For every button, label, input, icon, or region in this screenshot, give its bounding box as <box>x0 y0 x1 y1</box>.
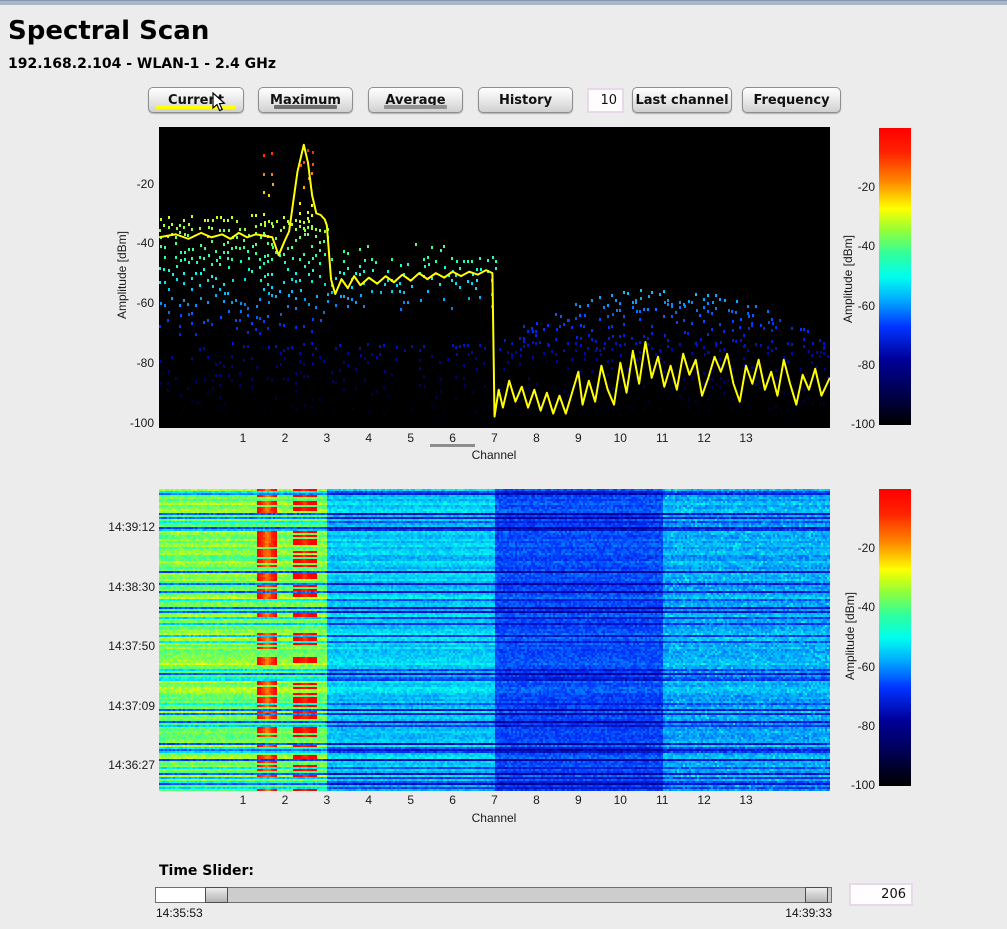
spectral-y-tick: -20 <box>106 177 154 191</box>
current-active-underline <box>156 105 236 109</box>
spectral-y-tick: -100 <box>106 416 154 430</box>
last-channel-button[interactable]: Last channel <box>632 87 732 113</box>
spectral-x-tick: 10 <box>605 431 635 445</box>
spectral-x-tick: 2 <box>270 431 300 445</box>
spectral-colorbar-tick: -100 <box>833 417 875 431</box>
time-slider-end-label: 14:39:33 <box>762 906 832 920</box>
spectral-x-tick: 12 <box>689 431 719 445</box>
window-top-strip <box>0 0 1007 5</box>
spectral-x-tick: 5 <box>396 431 426 445</box>
waterfall-colorbar-label: Amplitude [dBm] <box>843 576 857 696</box>
time-slider-start-label: 14:35:53 <box>156 906 203 920</box>
waterfall-colorbar-tick: -20 <box>833 541 875 555</box>
spectral-colorbar-tick: -20 <box>833 180 875 194</box>
waterfall-x-tick: 8 <box>521 793 551 807</box>
spectral-x-tick: 9 <box>563 431 593 445</box>
waterfall-time-tick: 14:38:30 <box>88 580 155 594</box>
waterfall-time-tick: 14:37:09 <box>88 699 155 713</box>
history-button-label: History <box>499 93 552 108</box>
waterfall-x-tick: 2 <box>270 793 300 807</box>
waterfall-x-tick: 11 <box>647 793 677 807</box>
spectral-colorbar-tick: -60 <box>833 299 875 313</box>
waterfall-x-tick: 6 <box>438 793 468 807</box>
spectral-scatter-plot <box>159 127 830 428</box>
waterfall-colorbar-tick: -40 <box>833 600 875 614</box>
spectral-y-tick: -40 <box>106 236 154 250</box>
spectral-x-tick: 4 <box>354 431 384 445</box>
spectral-y-tick: -60 <box>106 296 154 310</box>
waterfall-x-tick: 4 <box>354 793 384 807</box>
waterfall-colorbar-tick: -60 <box>833 660 875 674</box>
spectral-x-tick: 8 <box>521 431 551 445</box>
waterfall-time-tick: 14:36:27 <box>88 758 155 772</box>
spectral-x-tick: 7 <box>480 431 510 445</box>
waterfall-x-axis-label: Channel <box>444 811 544 825</box>
maximum-button[interactable]: Maximum <box>258 87 353 113</box>
waterfall-x-tick: 10 <box>605 793 635 807</box>
spectral-colorbar-tick: -40 <box>833 239 875 253</box>
average-underline <box>384 105 447 109</box>
last-channel-button-label: Last channel <box>635 93 728 108</box>
waterfall-colorbar <box>879 489 911 786</box>
spectral-y-tick: -80 <box>106 356 154 370</box>
spectral-scan-page: Spectral Scan 192.168.2.104 - WLAN-1 - 2… <box>0 0 1007 929</box>
spectral-y-axis-label: Amplitude [dBm] <box>115 215 129 335</box>
waterfall-x-tick: 7 <box>480 793 510 807</box>
waterfall-x-tick: 1 <box>228 793 258 807</box>
spectral-colorbar-tick: -80 <box>833 358 875 372</box>
waterfall-x-tick: 12 <box>689 793 719 807</box>
waterfall-x-tick: 3 <box>312 793 342 807</box>
time-slider-handle-left[interactable] <box>205 887 228 903</box>
time-slider-track[interactable] <box>155 887 832 903</box>
time-slider-handle-right[interactable] <box>805 887 828 903</box>
current-button[interactable]: Current <box>148 87 244 113</box>
frequency-button-label: Frequency <box>753 93 829 108</box>
frequency-button[interactable]: Frequency <box>742 87 841 113</box>
waterfall-heatmap <box>159 489 830 791</box>
page-title: Spectral Scan <box>8 16 209 46</box>
average-button[interactable]: Average <box>368 87 463 113</box>
spectral-x-tick: 1 <box>228 431 258 445</box>
spectral-x-tick: 3 <box>312 431 342 445</box>
device-subtitle: 192.168.2.104 - WLAN-1 - 2.4 GHz <box>8 56 276 72</box>
spectral-x-axis-label: Channel <box>444 448 544 462</box>
spectral-x-tick: 11 <box>647 431 677 445</box>
spectral-colorbar-label: Amplitude [dBm] <box>841 219 855 339</box>
history-count-input[interactable] <box>587 88 624 113</box>
spectral-colorbar <box>879 128 911 425</box>
waterfall-x-tick: 5 <box>396 793 426 807</box>
waterfall-time-tick: 14:39:12 <box>88 520 155 534</box>
waterfall-colorbar-tick: -100 <box>833 778 875 792</box>
history-button[interactable]: History <box>478 87 573 113</box>
time-slider-label: Time Slider: <box>159 863 254 879</box>
spectral-x-tick: 13 <box>731 431 761 445</box>
maximum-underline <box>274 105 337 109</box>
waterfall-x-tick: 9 <box>563 793 593 807</box>
waterfall-colorbar-tick: -80 <box>833 719 875 733</box>
waterfall-time-tick: 14:37:50 <box>88 639 155 653</box>
time-slider-unselected-range <box>156 888 206 902</box>
spectral-x-tick: 6 <box>438 431 468 445</box>
time-slider-value-input[interactable] <box>849 883 913 906</box>
waterfall-x-tick: 13 <box>731 793 761 807</box>
